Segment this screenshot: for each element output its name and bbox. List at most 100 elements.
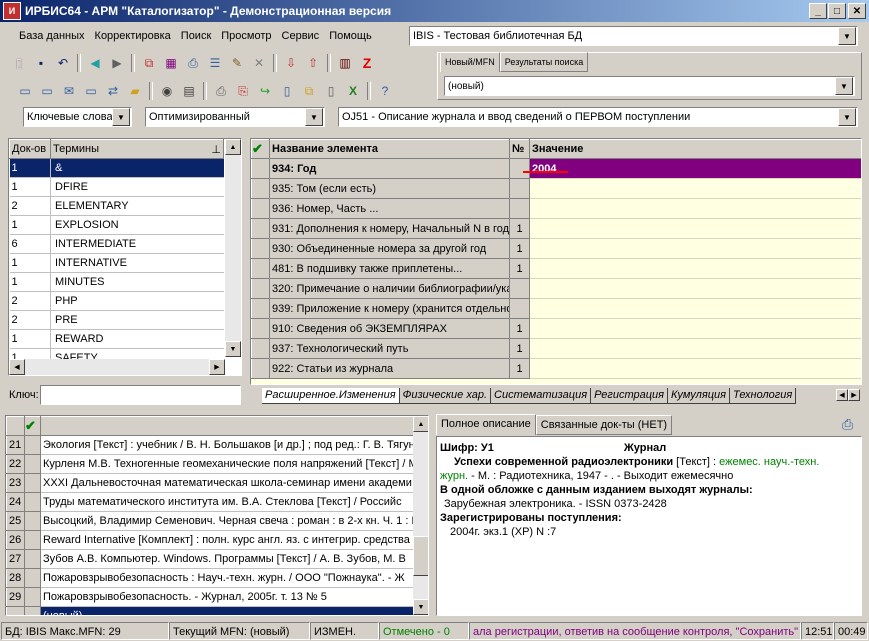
field-row[interactable]: 320: Примечание о наличии библиографии/у… [251, 278, 861, 299]
record-row[interactable]: 22 Курленя М.В. Техногенные геомеханичес… [6, 454, 414, 474]
scroll-up-icon[interactable]: ▲ [225, 139, 241, 155]
key-input[interactable] [40, 385, 241, 405]
field-value[interactable] [529, 198, 861, 219]
edit-icon[interactable]: ✎ [228, 54, 246, 72]
minimize-button[interactable]: _ [809, 3, 827, 19]
tab-full-description[interactable]: Полное описание [436, 414, 536, 435]
print-list-icon[interactable]: ⎘ [234, 82, 252, 100]
field-value[interactable] [529, 318, 861, 339]
record-row[interactable]: 25 Высоцкий, Владимир Семенович. Черная … [6, 511, 414, 531]
template-combo[interactable]: OJ51 - Описание журнала и ввод сведений … [338, 107, 858, 127]
record-row[interactable]: 26 Reward Internative [Комплект] : полн.… [6, 530, 414, 550]
scroll-right-icon[interactable]: ▶ [209, 359, 225, 375]
record-row[interactable]: 29 Пожаровзрывобезопасность. - Журнал, 2… [6, 587, 414, 607]
scroll-left-icon[interactable]: ◀ [9, 359, 25, 375]
record-mark[interactable] [24, 587, 41, 607]
table-row[interactable]: 1 INTERNATIVE [9, 253, 224, 273]
field-row[interactable]: 481: В подшивку также приплетены... 1 [251, 258, 861, 279]
z3950-icon[interactable]: Z [358, 54, 376, 72]
menu-search[interactable]: Поиск [176, 27, 216, 45]
database-combo[interactable]: IBIS - Тестовая библиотечная БД ▼ [409, 26, 858, 46]
copy-pages-icon[interactable]: ⧉ [300, 82, 318, 100]
copy-icon[interactable]: ⧉ [140, 54, 158, 72]
field-row[interactable]: 931: Дополнения к номеру, Начальный N в … [251, 218, 861, 239]
record-row[interactable]: 24 Труды математического института им. В… [6, 492, 414, 512]
save-icon[interactable]: ▪ [32, 54, 50, 72]
menu-view[interactable]: Просмотр [216, 27, 276, 45]
dictionary-col-terms[interactable]: Термины ⊥ [50, 139, 224, 159]
mail-icon[interactable]: ✉ [60, 82, 78, 100]
table-row[interactable]: 2 ELEMENTARY [9, 196, 224, 216]
chevron-down-icon[interactable]: ▼ [838, 108, 856, 126]
excel-icon[interactable]: X [344, 82, 362, 100]
scroll-down-icon[interactable]: ▼ [225, 341, 241, 357]
print-icon[interactable]: ⎙ [212, 82, 230, 100]
checkmark-icon[interactable]: ✔ [251, 139, 270, 159]
barcode-icon[interactable]: ▥ [336, 54, 354, 72]
scroll-thumb[interactable] [413, 536, 428, 576]
mfn-combo[interactable]: (новый) ▼ [444, 76, 855, 96]
comment-search-icon[interactable]: ▭ [82, 82, 100, 100]
worksheet-tab[interactable]: Расширенное.Изменения [262, 388, 400, 404]
field-value[interactable] [529, 298, 861, 319]
dictionary-vscroll[interactable]: ▲ ▼ [225, 139, 241, 357]
field-value[interactable] [529, 238, 861, 259]
comment-edit-icon[interactable]: ▭ [38, 82, 56, 100]
field-row[interactable]: 910: Сведения об ЭКЗЕМПЛЯРАХ 1 [251, 318, 861, 339]
undo-icon[interactable]: ↶ [54, 54, 72, 72]
record-mark[interactable] [24, 473, 41, 493]
field-value[interactable] [529, 258, 861, 279]
record-mark[interactable] [24, 549, 41, 569]
table-row[interactable]: 1 DFIRE [9, 177, 224, 197]
chevron-down-icon[interactable]: ▼ [835, 77, 853, 95]
new-document-icon[interactable]: ▯ [10, 54, 28, 72]
table-row[interactable]: 1 MINUTES [9, 272, 224, 292]
grid-icon[interactable]: ▦ [162, 54, 180, 72]
field-row[interactable]: 934: Год 2004 [251, 158, 861, 179]
search-mode-combo[interactable]: Ключевые слова ▼ [23, 107, 132, 127]
table-row[interactable]: 6 INTERMEDIATE [9, 234, 224, 254]
checkmark-icon[interactable]: ✔ [24, 416, 41, 436]
field-row[interactable]: 922: Статьи из журнала 1 [251, 358, 861, 379]
chevron-down-icon[interactable]: ▼ [305, 108, 323, 126]
record-mark[interactable] [24, 530, 41, 550]
dictionary-hscroll[interactable]: ◀ ▶ [9, 359, 225, 375]
records-vscroll[interactable]: ▲ ▼ [413, 416, 428, 615]
field-row[interactable]: 937: Технологический путь 1 [251, 338, 861, 359]
menu-edit[interactable]: Корректировка [90, 27, 176, 45]
arrow-right-icon[interactable]: ▶ [108, 54, 126, 72]
record-row[interactable]: 27 Зубов А.В. Компьютер. Windows. Програ… [6, 549, 414, 569]
pages-icon[interactable]: ▯ [278, 82, 296, 100]
worksheet-tab[interactable]: Регистрация [591, 388, 669, 404]
tab-new-mfn[interactable]: Новый/MFN [440, 52, 500, 72]
field-row[interactable]: 930: Объединенные номера за другой год 1 [251, 238, 861, 259]
scroll-up-icon[interactable]: ▲ [413, 416, 428, 432]
export-icon[interactable]: ⇧ [304, 54, 322, 72]
list-arrow-icon[interactable]: ⇄ [104, 82, 122, 100]
tab-scroll-left-icon[interactable]: ◀ [836, 389, 848, 401]
worksheet-tab[interactable]: Кумуляция [668, 388, 731, 404]
field-value[interactable]: 2004 [529, 158, 861, 179]
record-mark[interactable] [24, 568, 41, 588]
record-row[interactable]: 21 Экология [Текст] : учебник / В. Н. Бо… [6, 435, 414, 455]
table-row[interactable]: 1 EXPLOSION [9, 215, 224, 235]
table-row[interactable]: 2 PHP [9, 291, 224, 311]
record-mark[interactable] [24, 606, 41, 615]
field-value[interactable] [529, 338, 861, 359]
folder-icon[interactable]: ▰ [126, 82, 144, 100]
field-value[interactable] [529, 278, 861, 299]
stamp-icon[interactable]: ⎙ [184, 54, 202, 72]
record-row[interactable]: 28 Пожаровзрывобезопасность : Науч.-техн… [6, 568, 414, 588]
record-mark[interactable] [24, 492, 41, 512]
cards-icon[interactable]: ▤ [180, 82, 198, 100]
close-button[interactable]: ✕ [848, 3, 866, 19]
field-value[interactable] [529, 178, 861, 199]
record-row[interactable]: (новый) [6, 606, 414, 615]
table-row[interactable]: 1 & [9, 158, 224, 178]
import-icon[interactable]: ⇩ [282, 54, 300, 72]
scroll-down-icon[interactable]: ▼ [413, 599, 428, 615]
record-mark[interactable] [24, 511, 41, 531]
field-value[interactable] [529, 218, 861, 239]
record-mark[interactable] [24, 435, 41, 455]
field-value[interactable] [529, 358, 861, 379]
